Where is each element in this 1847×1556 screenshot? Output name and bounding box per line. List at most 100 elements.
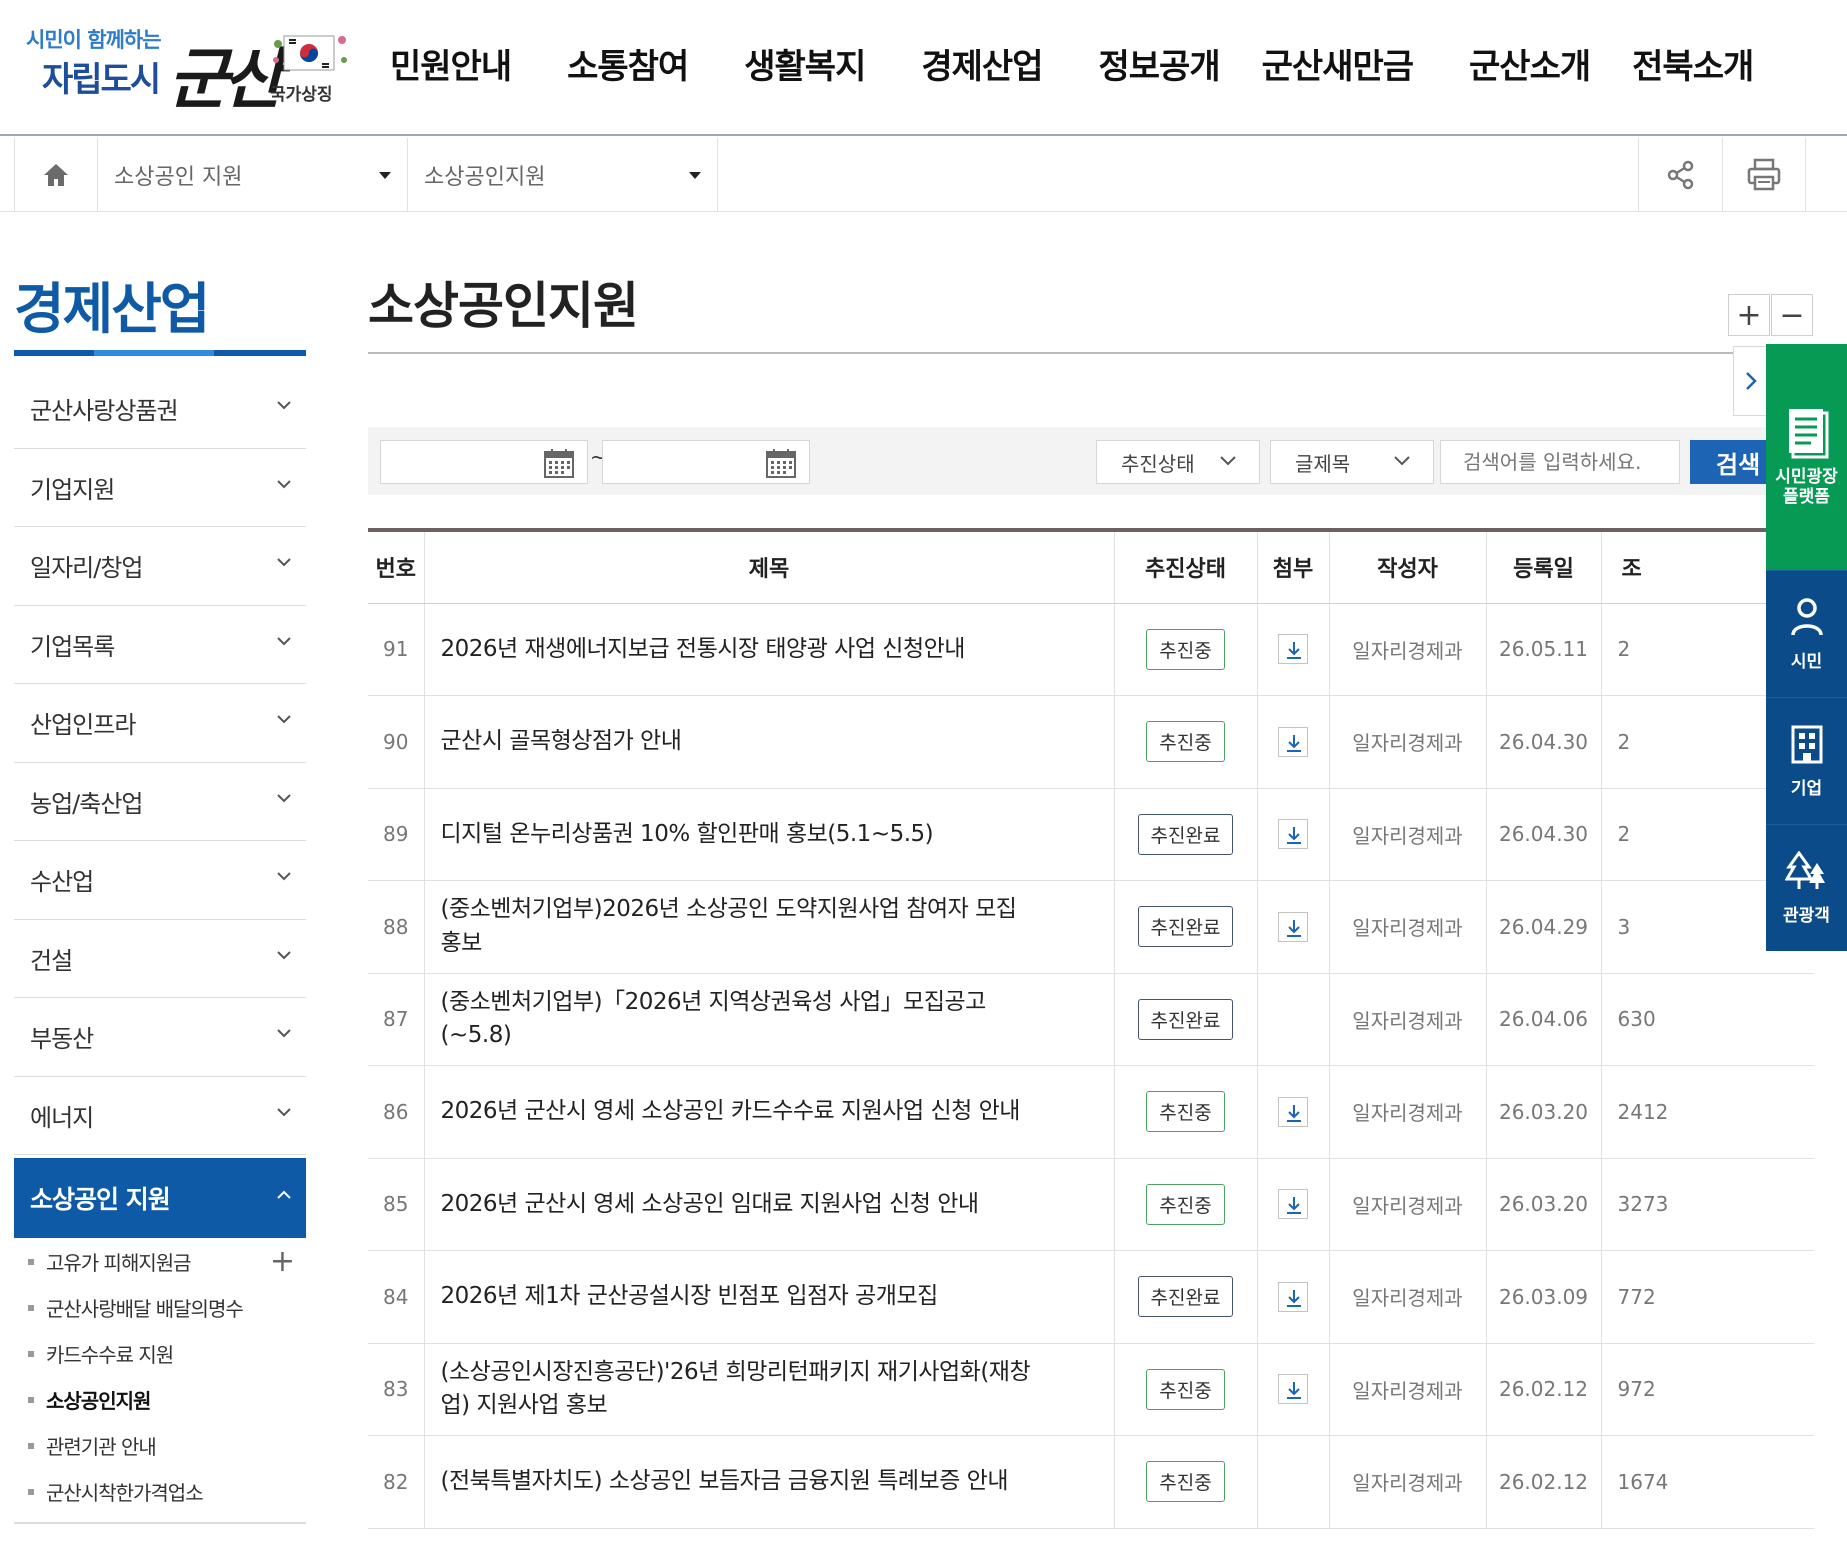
- row-title-link[interactable]: 2026년 군산시 영세 소상공인 임대료 지원사업 신청 안내: [424, 1158, 1115, 1251]
- document-icon: [1788, 408, 1828, 459]
- search-input[interactable]: [1440, 440, 1680, 484]
- sidebar-item-real-estate[interactable]: 부동산: [14, 998, 306, 1077]
- row-title-link[interactable]: 디지털 온누리상품권 10% 할인판매 홍보(5.1~5.5): [424, 788, 1115, 881]
- site-header: 시민이 함께하는 자립도시 군산 국가상징 민원안내 소통참여 생활복지 경제산…: [0, 0, 1847, 136]
- gnb-item-economy[interactable]: 경제산업: [921, 39, 1043, 88]
- download-icon[interactable]: [1278, 911, 1308, 942]
- sidebar-item-label: 부동산: [30, 1025, 94, 1054]
- submenu-item-label: 군산시착한가격업소: [46, 1480, 204, 1505]
- chevron-up-icon: [277, 1190, 291, 1199]
- table-row[interactable]: 86 2026년 군산시 영세 소상공인 카드수수료 지원사업 신청 안내 추진중 일…: [368, 1065, 1814, 1159]
- sidebar-item-fisheries[interactable]: 수산업: [14, 841, 306, 920]
- table-row[interactable]: 84 2026년 제1차 군산공설시장 빈점포 입점자 공개모집 추진완료 일자리경제…: [368, 1250, 1814, 1344]
- gnb-item-saemangeum[interactable]: 군산새만금: [1262, 39, 1414, 88]
- quick-tourist-button[interactable]: 관광객: [1766, 824, 1847, 951]
- gnb-item-about-jeonbuk[interactable]: 전북소개: [1632, 39, 1754, 88]
- sidebar-item-agriculture[interactable]: 농업/축산업: [14, 763, 306, 841]
- chevron-down-icon: [277, 636, 291, 645]
- calendar-icon[interactable]: [543, 447, 575, 479]
- submenu-item-label: 고유가 피해지원금: [46, 1250, 192, 1275]
- print-button[interactable]: [1722, 138, 1806, 212]
- table-row[interactable]: 91 2026년 재생에너지보급 전통시장 태양광 사업 신청안내 추진중 일자리경제…: [368, 603, 1814, 696]
- share-icon: [1667, 160, 1693, 190]
- submenu-item-related-agencies[interactable]: 관련기관 안내: [14, 1422, 306, 1468]
- sidebar-item-jobs-startup[interactable]: 일자리/창업: [14, 527, 306, 606]
- plus-icon[interactable]: +: [270, 1244, 295, 1279]
- citizen-platform-button[interactable]: 시민광장 플랫폼: [1766, 344, 1847, 570]
- quick-business-button[interactable]: 기업: [1766, 697, 1847, 824]
- table-row[interactable]: 87 (중소벤처기업부)「2026년 지역상권육성 사업」모집공고 (~5.8) 추…: [368, 973, 1814, 1066]
- logo-city: 자립도시: [42, 60, 161, 100]
- end-date-field[interactable]: [602, 440, 810, 484]
- submenu-item-fuel-relief[interactable]: 고유가 피해지원금 +: [14, 1238, 306, 1284]
- title-divider: [368, 352, 1818, 354]
- calendar-icon[interactable]: [765, 447, 797, 479]
- sidebar-menu: 군산사랑상품권 기업지원 일자리/창업 기업목록 산업인프라 농업/축산업 수산…: [14, 370, 306, 1155]
- table-row[interactable]: 82 (전북특별자치도) 소상공인 보듬자금 금융지원 특례보증 안내 추진중 일자리…: [368, 1435, 1814, 1529]
- chevron-down-icon: [277, 872, 291, 881]
- download-icon[interactable]: [1278, 634, 1308, 665]
- chevron-down-icon: [277, 950, 291, 959]
- table-row[interactable]: 89 디지털 온누리상품권 10% 할인판매 홍보(5.1~5.5) 추진완료 일자리…: [368, 788, 1814, 881]
- download-icon[interactable]: [1278, 1281, 1308, 1312]
- download-icon[interactable]: [1278, 819, 1308, 850]
- status-select[interactable]: 추진상태: [1096, 440, 1260, 484]
- row-title-link[interactable]: 2026년 재생에너지보급 전통시장 태양광 사업 신청안내: [424, 603, 1115, 696]
- zoom-in-button[interactable]: +: [1728, 294, 1770, 336]
- row-title-link[interactable]: (중소벤처기업부)2026년 소상공인 도약지원사업 참여자 모집홍보: [424, 880, 1115, 974]
- quick-citizen-button[interactable]: 시민: [1766, 570, 1847, 697]
- sidebar-item-energy[interactable]: 에너지: [14, 1077, 306, 1155]
- download-icon[interactable]: [1278, 1096, 1308, 1127]
- logo-slogan: 시민이 함께하는: [26, 28, 162, 52]
- submenu-item-small-business-support[interactable]: 소상공인지원: [14, 1376, 306, 1422]
- breadcrumb-select-level1[interactable]: 소상공인 지원: [98, 138, 408, 212]
- status-badge: 추진완료: [1137, 906, 1234, 948]
- row-title-link[interactable]: (중소벤처기업부)「2026년 지역상권육성 사업」모집공고 (~5.8): [424, 973, 1115, 1066]
- row-number: 90: [368, 695, 425, 789]
- gnb-item-information[interactable]: 정보공개: [1099, 39, 1221, 88]
- board-body: 91 2026년 재생에너지보급 전통시장 태양광 사업 신청안내 추진중 일자리경제…: [368, 603, 1814, 1529]
- row-title-link[interactable]: 군산시 골목형상점가 안내: [424, 695, 1115, 789]
- site-logo[interactable]: 시민이 함께하는 자립도시 군산 국가상징: [20, 18, 350, 118]
- sidebar-item-business-support[interactable]: 기업지원: [14, 449, 306, 527]
- breadcrumb-select-level2[interactable]: 소상공인지원: [408, 138, 718, 212]
- national-symbol-label: 국가상징: [270, 85, 333, 105]
- sidebar-item-industrial-infra[interactable]: 산업인프라: [14, 684, 306, 763]
- gnb-item-civil[interactable]: 민원안내: [390, 39, 512, 88]
- download-icon[interactable]: [1278, 726, 1308, 757]
- sidebar-item-company-list[interactable]: 기업목록: [14, 606, 306, 684]
- row-title-link[interactable]: (전북특별자치도) 소상공인 보듬자금 금융지원 특례보증 안내: [424, 1435, 1115, 1529]
- home-button[interactable]: [14, 138, 98, 212]
- column-header-number: 번호: [368, 530, 425, 604]
- tab-scroll-next-button[interactable]: [1733, 346, 1769, 416]
- table-row[interactable]: 83 (소상공인시장진흥공단)'26년 희망리턴패키지 재기사업화(재창업) 지원…: [368, 1343, 1814, 1436]
- table-row[interactable]: 90 군산시 골목형상점가 안내 추진중 일자리경제과 26.04.30 2: [368, 695, 1814, 789]
- row-title-link[interactable]: (소상공인시장진흥공단)'26년 희망리턴패키지 재기사업화(재창업) 지원사업…: [424, 1343, 1115, 1436]
- table-row[interactable]: 88 (중소벤처기업부)2026년 소상공인 도약지원사업 참여자 모집홍보 추진완…: [368, 880, 1814, 974]
- table-row[interactable]: 85 2026년 군산시 영세 소상공인 임대료 지원사업 신청 안내 추진중 일자리…: [368, 1158, 1814, 1251]
- download-icon[interactable]: [1278, 1189, 1308, 1220]
- column-header-attachment: 첨부: [1257, 530, 1330, 604]
- submenu-item-good-price-stores[interactable]: 군산시착한가격업소: [14, 1468, 306, 1514]
- row-title-link[interactable]: 2026년 군산시 영세 소상공인 카드수수료 지원사업 신청 안내: [424, 1065, 1115, 1159]
- zoom-out-button[interactable]: −: [1771, 294, 1813, 336]
- row-status-cell: 추진중: [1114, 1158, 1258, 1251]
- gnb-item-about-gunsan[interactable]: 군산소개: [1469, 39, 1591, 88]
- share-button[interactable]: [1638, 138, 1722, 212]
- gnb-item-welfare[interactable]: 생활복지: [744, 39, 866, 88]
- sidebar-item-gift-certificate[interactable]: 군산사랑상품권: [14, 370, 306, 449]
- sidebar-item-construction[interactable]: 건설: [14, 920, 306, 998]
- row-author: 일자리경제과: [1329, 880, 1487, 974]
- gnb-item-communication[interactable]: 소통참여: [567, 39, 689, 88]
- submenu-item-delivery-app[interactable]: 군산사랑배달 배달의명수: [14, 1284, 306, 1330]
- quick-citizen-label: 시민: [1790, 651, 1823, 672]
- start-date-field[interactable]: [380, 440, 588, 484]
- global-nav: 민원안내 소통참여 생활복지 경제산업 정보공개 군산새만금 군산소개 전북소개: [365, 0, 1754, 126]
- row-status-cell: 추진완료: [1114, 880, 1258, 974]
- field-select[interactable]: 글제목: [1270, 440, 1434, 484]
- submenu-item-card-fee[interactable]: 카드수수료 지원: [14, 1330, 306, 1376]
- sidebar-item-small-business-active[interactable]: 소상공인 지원: [14, 1158, 306, 1238]
- row-title-link[interactable]: 2026년 제1차 군산공설시장 빈점포 입점자 공개모집: [424, 1250, 1115, 1344]
- download-icon[interactable]: [1278, 1374, 1308, 1405]
- row-date: 26.04.30: [1486, 695, 1602, 789]
